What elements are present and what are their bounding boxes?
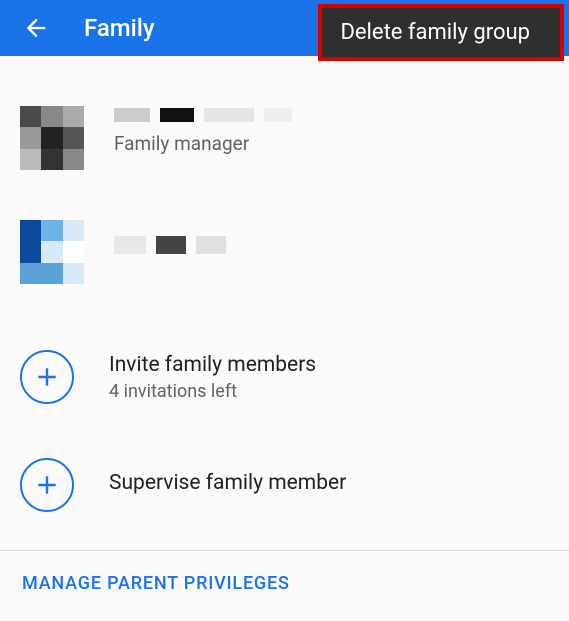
arrow-back-icon — [22, 14, 50, 42]
action-text: Invite family members 4 invitations left — [109, 353, 316, 402]
app-header: Family Delete family group — [0, 0, 569, 56]
member-info — [114, 220, 226, 264]
page-title: Family — [84, 14, 155, 42]
manage-parent-privileges-link[interactable]: MANAGE PARENT PRIVILEGES — [0, 569, 569, 598]
avatar — [20, 220, 84, 284]
avatar — [20, 106, 84, 170]
family-member-row[interactable]: Family manager — [0, 96, 569, 190]
delete-family-group-item[interactable]: Delete family group — [340, 20, 530, 45]
member-info: Family manager — [114, 106, 292, 155]
plus-circle-icon — [20, 350, 74, 404]
invite-family-members-button[interactable]: Invite family members 4 invitations left — [0, 332, 569, 422]
overflow-menu[interactable]: Delete family group — [318, 4, 564, 61]
member-name-redacted — [114, 108, 292, 122]
invite-subtitle: 4 invitations left — [109, 381, 316, 402]
plus-icon — [34, 472, 60, 498]
divider — [0, 550, 569, 551]
invite-title: Invite family members — [109, 353, 316, 377]
family-member-row[interactable] — [0, 190, 569, 304]
back-button[interactable] — [16, 8, 56, 48]
member-role: Family manager — [114, 132, 292, 155]
supervise-family-member-button[interactable]: Supervise family member — [0, 440, 569, 530]
member-name-redacted — [114, 236, 226, 254]
content-area: Family manager Invite family members 4 i… — [0, 56, 569, 598]
plus-icon — [34, 364, 60, 390]
plus-circle-icon — [20, 458, 74, 512]
supervise-title: Supervise family member — [109, 471, 346, 495]
action-text: Supervise family member — [109, 471, 346, 499]
